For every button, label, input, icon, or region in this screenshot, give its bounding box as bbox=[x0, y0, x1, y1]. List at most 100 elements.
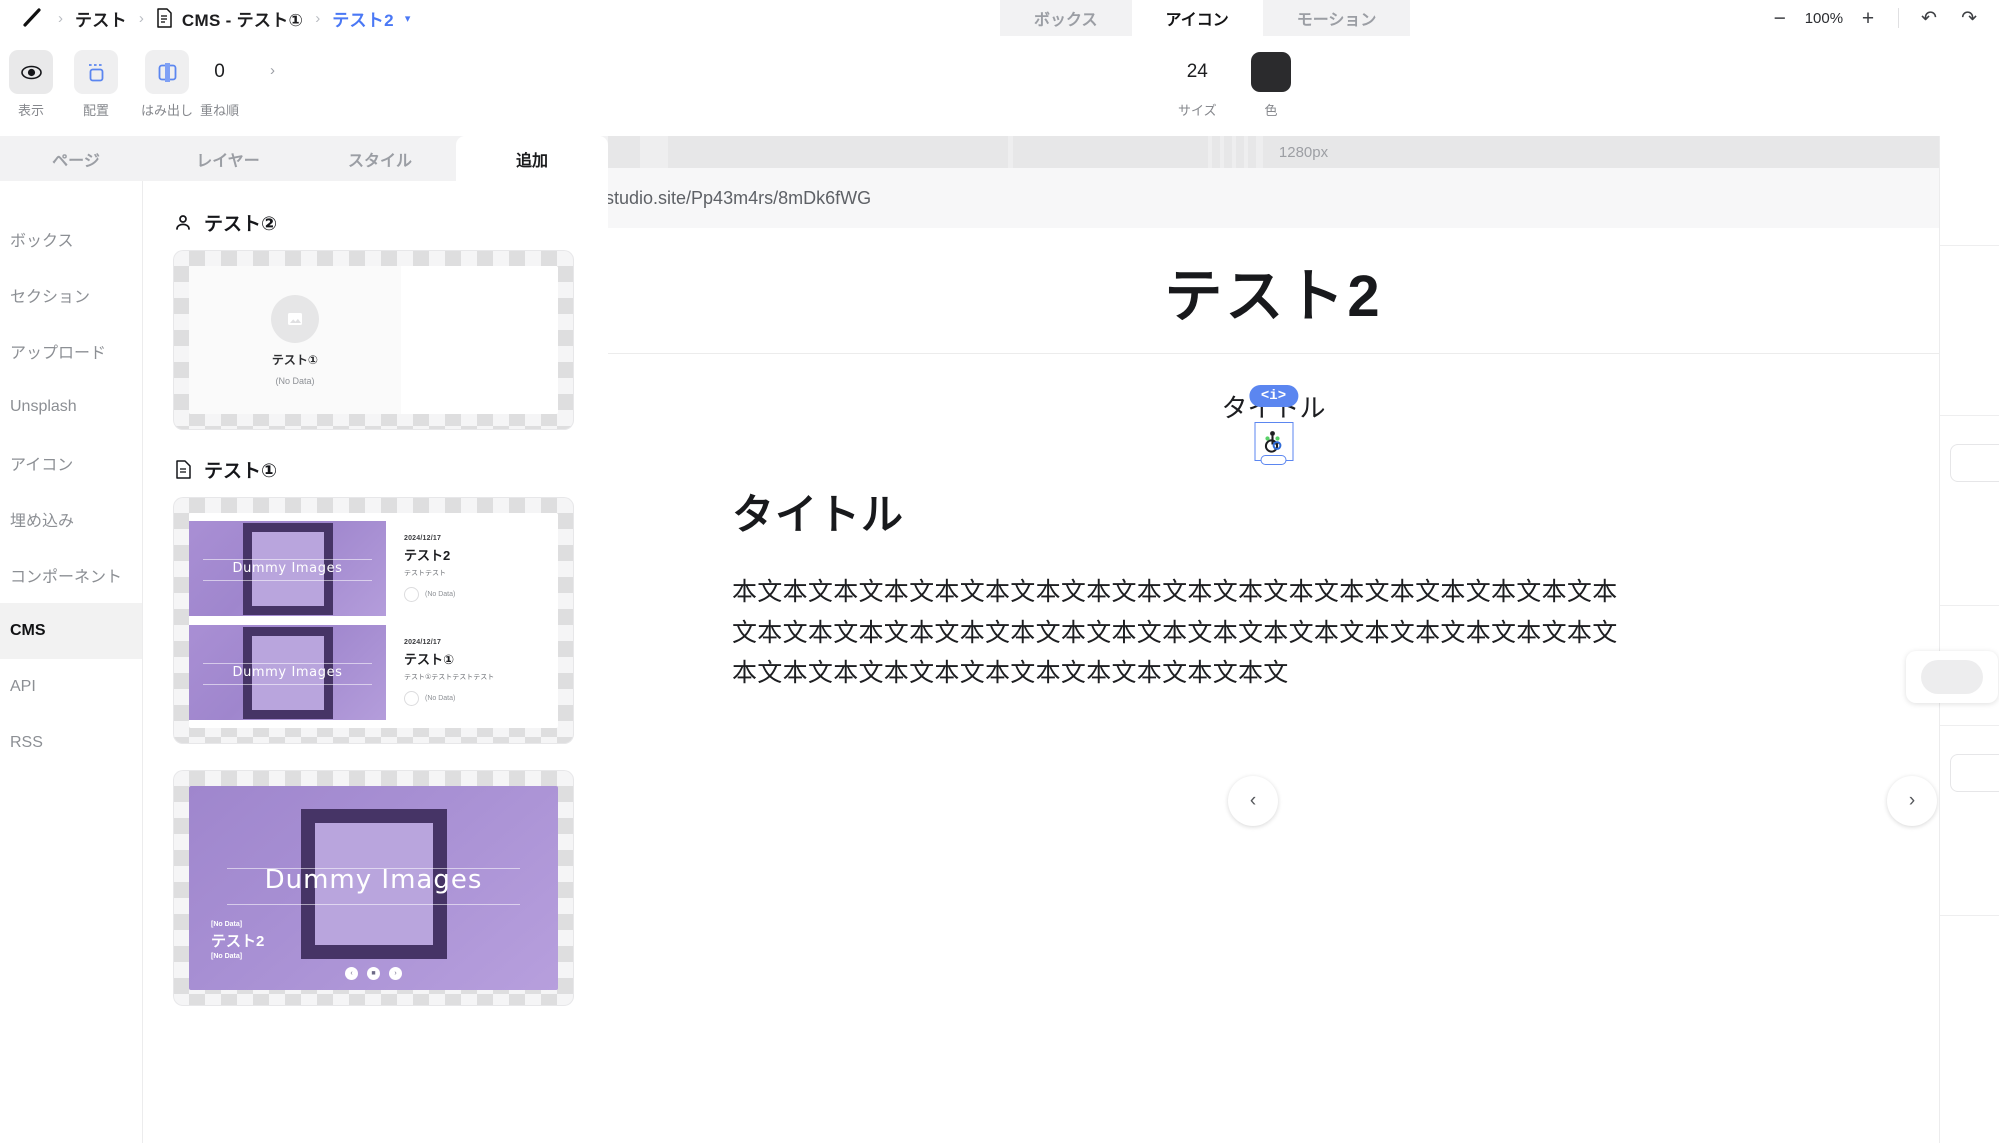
chevron-down-icon[interactable]: ▾ bbox=[405, 12, 411, 25]
left-panel: ページ レイヤー スタイル 追加 ボックス セクション アップロード Unspl… bbox=[0, 136, 608, 1143]
right-panel-field-4[interactable] bbox=[1950, 754, 1999, 792]
tool-z-order[interactable]: 0 重ね順 bbox=[200, 50, 239, 119]
z-order-value[interactable]: 0 bbox=[214, 50, 225, 94]
tool-overflow-label: はみ出し bbox=[141, 103, 194, 118]
cms-template-card-list[interactable]: Dummy Images 2024/12/17 テスト2 テストテスト (No … bbox=[173, 497, 574, 744]
canvas-ruler: 1280px bbox=[608, 136, 1999, 168]
carousel-prev-button[interactable]: ‹ bbox=[1228, 776, 1278, 826]
left-panel-body: ボックス セクション アップロード Unsplash アイコン 埋め込み コンポ… bbox=[0, 181, 608, 1143]
hero-eyebrow: [No Data] bbox=[211, 921, 243, 928]
tab-icon[interactable]: アイコン bbox=[1131, 0, 1263, 36]
cms-group-header-1: テスト① bbox=[173, 456, 574, 483]
row-date: 2024/12/17 bbox=[404, 535, 442, 542]
cms-group-title-1: テスト① bbox=[204, 461, 278, 482]
hero-pause-icon[interactable]: ■ bbox=[367, 967, 380, 980]
inspector-tabs: ボックス アイコン モーション bbox=[1000, 0, 1411, 36]
eye-icon[interactable] bbox=[9, 50, 53, 94]
nodata-card-name: テスト① bbox=[271, 352, 319, 367]
dummy-image-text: Dummy Images bbox=[232, 561, 343, 576]
overflow-icon[interactable] bbox=[145, 50, 189, 94]
tab-add[interactable]: 追加 bbox=[456, 136, 608, 181]
right-panel-field-2[interactable] bbox=[1950, 444, 1999, 482]
row-date: 2024/12/17 bbox=[404, 639, 442, 646]
hero-carousel-controls[interactable]: ‹ ■ › bbox=[189, 967, 558, 980]
zoom-level-value[interactable]: 100% bbox=[1802, 10, 1846, 27]
dummy-image: Dummy Images bbox=[189, 521, 386, 616]
hero-title: テスト2 bbox=[211, 933, 265, 950]
color-swatch[interactable] bbox=[1249, 50, 1293, 94]
category-icon[interactable]: アイコン bbox=[0, 435, 142, 491]
breadcrumb-item-1-label: CMS - テスト① bbox=[181, 10, 304, 30]
site-url-text: ).studio.site/Pp43m4rs/8mDk6fWG bbox=[594, 187, 872, 208]
category-unsplash[interactable]: Unsplash bbox=[0, 379, 142, 435]
top-bar: › テスト › CMS - テスト① › テスト2 ▾ ボックス アイコン モー… bbox=[0, 0, 1999, 36]
row-summary: テスト①テストテストテスト bbox=[404, 674, 495, 681]
hero-footnote: [No Data] bbox=[211, 953, 243, 960]
tool-visibility[interactable]: 表示 bbox=[9, 50, 53, 119]
tab-layers[interactable]: レイヤー bbox=[152, 136, 304, 181]
breadcrumb-item-2[interactable]: テスト2 bbox=[332, 6, 394, 31]
category-component[interactable]: コンポーネント bbox=[0, 547, 142, 603]
zoom-controls: − 100% + bbox=[1760, 8, 1889, 29]
right-panel-section-0[interactable] bbox=[1940, 136, 1999, 246]
tool-color[interactable]: 色 bbox=[1249, 50, 1293, 119]
category-box[interactable]: ボックス bbox=[0, 211, 142, 267]
right-panel-section-2[interactable] bbox=[1940, 416, 1999, 606]
tool-color-label: 色 bbox=[1264, 103, 1278, 118]
category-cms[interactable]: CMS bbox=[0, 603, 142, 659]
size-value[interactable]: 24 bbox=[1187, 50, 1208, 94]
cms-template-card-nodata[interactable]: テスト① (No Data) bbox=[173, 250, 574, 430]
document-icon bbox=[156, 8, 173, 28]
tab-styles[interactable]: スタイル bbox=[304, 136, 456, 181]
breadcrumb-item-0[interactable]: テスト bbox=[75, 6, 127, 31]
tool-visibility-label: 表示 bbox=[17, 103, 44, 118]
selected-icon-accessibility-icon[interactable] bbox=[1254, 422, 1293, 465]
avatar bbox=[404, 691, 419, 706]
zoom-in-button[interactable]: + bbox=[1862, 8, 1874, 29]
hero-prev-icon[interactable]: ‹ bbox=[345, 967, 358, 980]
category-api[interactable]: API bbox=[0, 659, 142, 715]
tool-size[interactable]: 24 サイズ bbox=[1178, 50, 1217, 119]
ruler-width-label: 1280px bbox=[1278, 143, 1329, 161]
tool-z-order-label: 重ね順 bbox=[200, 103, 240, 118]
align-icon[interactable] bbox=[74, 50, 118, 94]
chevron-right-icon[interactable]: › bbox=[270, 62, 275, 79]
tool-layout[interactable]: 配置 bbox=[74, 50, 118, 119]
nodata-card: テスト① (No Data) bbox=[189, 266, 401, 414]
undo-button[interactable]: ↶ bbox=[1909, 7, 1949, 30]
tab-box[interactable]: ボックス bbox=[1000, 0, 1132, 36]
nodata-card-label: (No Data) bbox=[275, 375, 315, 386]
right-panel-section-4[interactable] bbox=[1940, 726, 1999, 916]
right-panel-toggle[interactable] bbox=[1906, 651, 1998, 703]
page-title: テスト2 bbox=[1164, 263, 1383, 329]
breadcrumb-separator-2: › bbox=[138, 9, 144, 27]
cms-group-header-0: テスト② bbox=[173, 209, 574, 236]
category-rss[interactable]: RSS bbox=[0, 715, 142, 771]
tab-pages[interactable]: ページ bbox=[0, 136, 152, 181]
section-body-text: 本文本文本文本文本文本文本文本文本文本文本文本文本文本文本文本文本文本文本文本文… bbox=[732, 578, 1618, 687]
canvas-area: 1280px ).studio.site/Pp43m4rs/8mDk6fWG テ… bbox=[594, 136, 1999, 1143]
selection-handle[interactable] bbox=[1260, 455, 1287, 465]
carousel-next-button[interactable]: › bbox=[1887, 776, 1937, 826]
dummy-image-text: Dummy Images bbox=[232, 665, 343, 680]
right-panel-section-1[interactable] bbox=[1940, 246, 1999, 416]
breadcrumb-item-1[interactable]: CMS - テスト① bbox=[156, 6, 303, 31]
zoom-out-button[interactable]: − bbox=[1774, 8, 1786, 29]
pen-logo-icon[interactable] bbox=[18, 4, 46, 32]
site-url-bar[interactable]: ).studio.site/Pp43m4rs/8mDk6fWG bbox=[594, 168, 1999, 228]
top-bar-right-controls: − 100% + ↶ ↷ bbox=[1760, 0, 1999, 36]
avatar bbox=[404, 587, 419, 602]
cms-list-row: Dummy Images 2024/12/17 テスト① テスト①テストテストテ… bbox=[189, 625, 558, 720]
category-section[interactable]: セクション bbox=[0, 267, 142, 323]
breadcrumb: › テスト › CMS - テスト① › テスト2 ▾ bbox=[0, 0, 410, 36]
redo-button[interactable]: ↷ bbox=[1949, 7, 1989, 30]
hero-next-icon[interactable]: › bbox=[389, 967, 402, 980]
cms-template-card-hero[interactable]: Dummy Images [No Data] テスト2 [No Data] ‹ … bbox=[173, 770, 574, 1006]
properties-toolbar: 表示 配置 はみ出し 0 重ね順 › 24 サイズ 色 bbox=[0, 36, 1999, 136]
row-author: (No Data) bbox=[404, 587, 558, 602]
row-author: (No Data) bbox=[404, 691, 558, 706]
category-upload[interactable]: アップロード bbox=[0, 323, 142, 379]
tab-motion[interactable]: モーション bbox=[1262, 0, 1411, 36]
category-embed[interactable]: 埋め込み bbox=[0, 491, 142, 547]
tool-overflow[interactable]: はみ出し bbox=[141, 50, 193, 119]
